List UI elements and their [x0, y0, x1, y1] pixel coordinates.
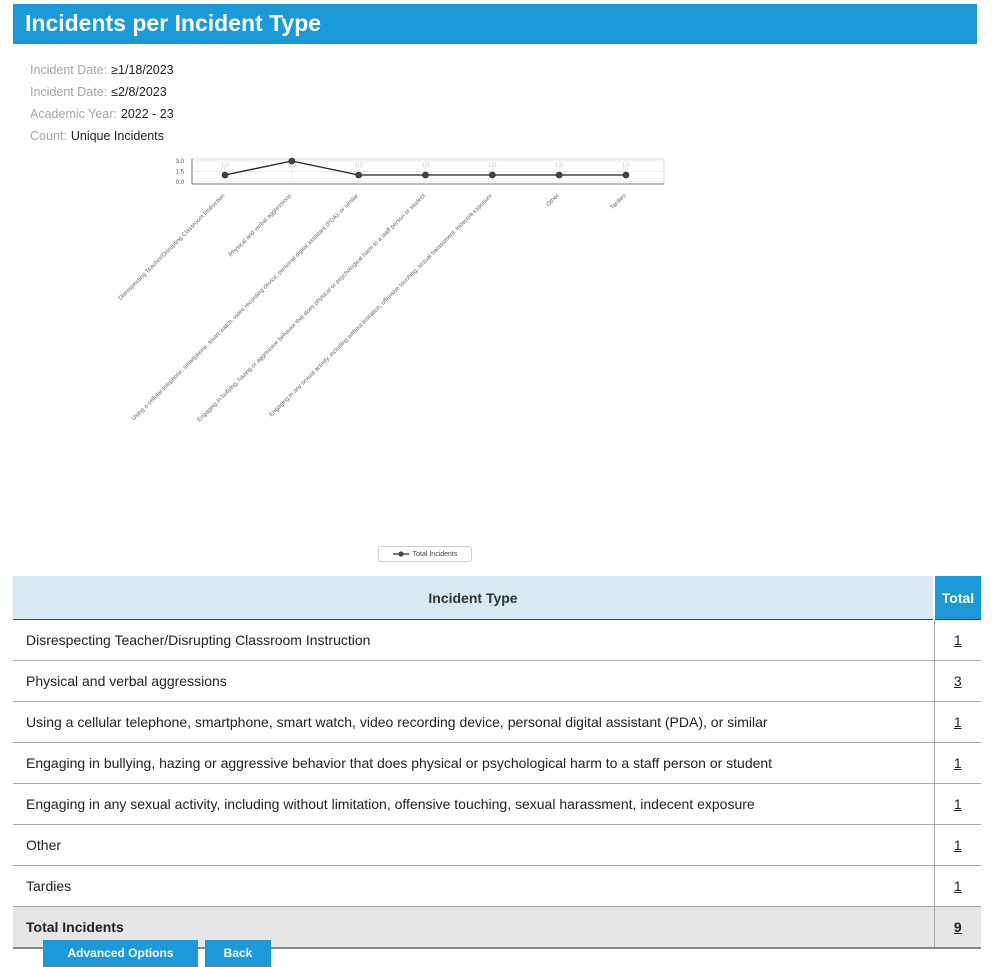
incident-type-cell: Tardies — [13, 865, 934, 907]
filter-summary: Incident Date: ≥1/18/2023 Incident Date: ≤… — [30, 59, 174, 147]
total-link[interactable]: 1 — [933, 824, 981, 866]
x-tick-label: Tardies — [609, 193, 627, 211]
x-tick-label: Physical and verbal aggressions — [228, 193, 293, 258]
y-tick-label: 3.0 — [176, 159, 185, 165]
filter-label: Incident Date — [30, 85, 104, 99]
table-row: Using a cellular telephone, smartphone, … — [13, 701, 981, 743]
total-header[interactable]: Total — [933, 576, 981, 620]
data-label: 1.0 — [622, 163, 631, 169]
incident-type-header[interactable]: Incident Type — [13, 576, 934, 620]
y-tick-label: 0.0 — [176, 180, 185, 186]
data-label: 1.0 — [421, 163, 430, 169]
incident-table: Incident Type Total Disrespecting Teache… — [13, 576, 981, 949]
incident-type-cell: Disrespecting Teacher/Disrupting Classro… — [13, 619, 934, 661]
filter-line: Incident Date: ≥1/18/2023 — [30, 63, 174, 77]
total-link[interactable]: 3 — [933, 660, 981, 702]
table-row: Disrespecting Teacher/Disrupting Classro… — [13, 619, 981, 661]
data-label: 1.0 — [488, 163, 497, 169]
total-link[interactable]: 1 — [933, 783, 981, 825]
x-tick-label: Engaging in any sexual activity, includi… — [269, 193, 495, 419]
data-label: 1.0 — [555, 163, 564, 169]
advanced-options-button[interactable]: Advanced Options — [43, 940, 198, 967]
filter-line: Count: Unique Incidents — [30, 129, 164, 143]
filter-value: 2022 - 23 — [120, 107, 174, 121]
data-point — [355, 171, 362, 179]
legend-label: Total Incidents — [412, 550, 458, 558]
incident-type-cell: Engaging in bullying, hazing or aggressi… — [13, 742, 934, 784]
data-point — [622, 171, 630, 179]
data-label: 1.0 — [221, 163, 230, 169]
table-row: Tardies 1 — [13, 865, 981, 907]
total-link[interactable]: 1 — [933, 742, 981, 784]
incident-type-cell: Other — [13, 824, 934, 866]
filter-label: Incident Date — [30, 63, 104, 77]
grand-total-link[interactable]: 9 — [933, 906, 981, 949]
back-button[interactable]: Back — [205, 940, 271, 967]
filter-label: Count — [30, 129, 64, 143]
filter-line: Incident Date: ≤2/8/2023 — [30, 85, 167, 99]
incident-line-chart: 3.0 1.5 0.0 Disrespecting Teacher/Disruptin… — [118, 157, 665, 424]
filter-value: ≤2/8/2023 — [111, 85, 167, 99]
table-row: Other 1 — [13, 824, 981, 866]
legend-line-marker-icon — [392, 551, 409, 557]
filter-value: Unique Incidents — [70, 129, 164, 143]
chart-legend[interactable]: Total Incidents — [378, 546, 472, 562]
x-tick-label: Other — [546, 193, 561, 208]
data-point — [489, 171, 496, 179]
incident-type-cell: Physical and verbal aggressions — [13, 660, 934, 702]
data-point — [555, 171, 563, 179]
page-title: Incidents per Incident Type — [13, 4, 977, 44]
incident-type-cell: Using a cellular telephone, smartphone, … — [13, 701, 934, 743]
table-header-row: Incident Type Total — [13, 576, 981, 620]
total-link[interactable]: 1 — [933, 619, 981, 661]
filter-line: Academic Year: 2022 - 23 — [30, 107, 174, 121]
incident-type-cell: Engaging in any sexual activity, includi… — [13, 783, 934, 825]
table-row: Engaging in bullying, hazing or aggressi… — [13, 742, 981, 784]
data-point — [288, 157, 296, 165]
y-tick-label: 1.5 — [176, 170, 185, 176]
table-row: Engaging in any sexual activity, includi… — [13, 783, 981, 825]
x-tick-label: Disrespecting Teacher/Disrupting Classro… — [118, 193, 227, 302]
x-tick-label: Engaging in bullying, hazing or aggressi… — [197, 193, 428, 424]
filter-value: ≥1/18/2023 — [111, 63, 174, 77]
data-point — [221, 171, 229, 179]
data-label: 1.0 — [354, 163, 363, 169]
x-tick-label: Using a cellular telephone, smartphone, … — [131, 193, 360, 422]
total-link[interactable]: 1 — [933, 865, 981, 907]
total-link[interactable]: 1 — [933, 701, 981, 743]
data-point — [422, 171, 429, 179]
table-row: Physical and verbal aggressions 3 — [13, 660, 981, 702]
filter-label: Academic Year — [30, 107, 114, 121]
